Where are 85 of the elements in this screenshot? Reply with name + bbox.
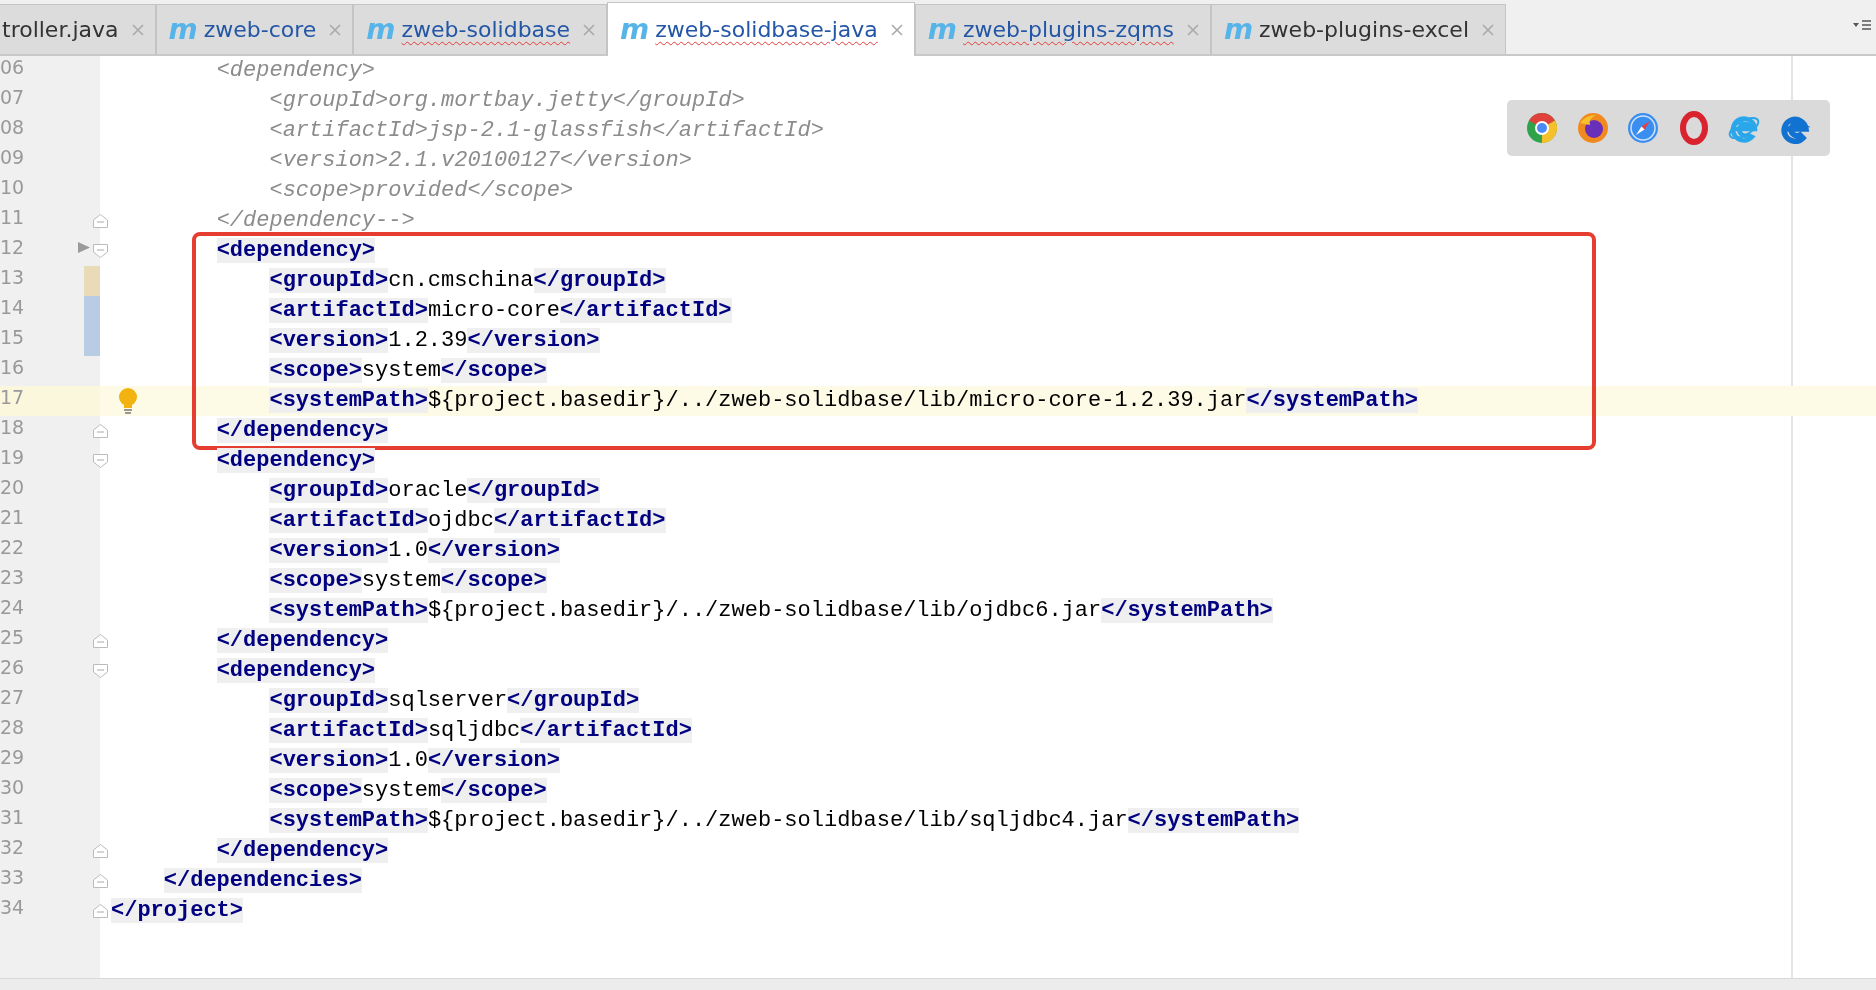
close-icon[interactable] (1185, 22, 1200, 37)
line-number: 22 (0, 536, 26, 560)
line-number: 32 (0, 836, 100, 866)
line-number: 18 (0, 416, 100, 446)
line-number: 16 (0, 356, 26, 380)
browser-icon[interactable] (1575, 111, 1610, 145)
code-line: <groupId>sqlserver</groupId> (269, 687, 640, 715)
module-icon: m (927, 15, 958, 44)
fold-icon[interactable] (92, 213, 109, 229)
code-line: <scope>system</scope> (269, 357, 547, 385)
code-line: <scope>system</scope> (269, 567, 547, 595)
editor-tab[interactable]: m zweb-plugins-zqms (914, 4, 1211, 54)
code-line: <groupId>org.mortbay.jetty</groupId> (269, 87, 745, 115)
line-number: 27 (0, 686, 26, 710)
module-icon: m (168, 15, 198, 44)
line-number: 12 (0, 236, 100, 266)
line-number: 24 (0, 596, 26, 620)
editor-tab[interactable]: m zweb-solidbase-java (607, 2, 915, 56)
close-icon[interactable] (1481, 22, 1495, 37)
lightbulb-icon[interactable] (117, 387, 139, 415)
line-number: 06 (0, 56, 26, 80)
code-line: <version>1.0</version> (269, 537, 560, 565)
code-line: <scope>system</scope> (269, 777, 547, 805)
fold-icon[interactable] (92, 243, 109, 259)
code-line: <artifactId>sqljdbc</artifactId> (269, 717, 692, 745)
editor-tab[interactable]: troller.java (0, 4, 156, 54)
line-number: 07 (0, 86, 26, 110)
code-line: <systemPath>${project.basedir}/../zweb-solidbase/lib/sqljdbc4.jar</systemPath> (269, 807, 1300, 835)
arrow-icon[interactable] (78, 242, 90, 253)
line-number: 15 (0, 326, 100, 356)
fold-icon[interactable] (92, 453, 109, 469)
line-number: 23 (0, 566, 26, 590)
fold-icon[interactable] (92, 633, 109, 649)
change-marker[interactable] (84, 266, 100, 296)
code-line: <groupId>oracle</groupId> (269, 477, 600, 505)
code-line: </dependency--> (216, 207, 415, 235)
code-line: <dependency> (216, 57, 376, 85)
editor-tab[interactable]: m zweb-solidbase (353, 4, 608, 54)
code-line: <version>1.2.39</version> (269, 327, 600, 355)
fold-icon[interactable] (92, 663, 109, 679)
code-line: <artifactId>ojdbc</artifactId> (269, 507, 666, 535)
line-number: 26 (0, 656, 100, 686)
line-number: 17 (0, 386, 100, 416)
browser-icon[interactable] (1626, 111, 1661, 145)
browser-icon[interactable] (1525, 111, 1560, 145)
close-icon[interactable] (582, 22, 597, 37)
editor-tab[interactable]: m zweb-core (155, 4, 354, 54)
line-number: 14 (0, 296, 100, 326)
line-number: 25 (0, 626, 100, 656)
line-number: 08 (0, 116, 26, 140)
fold-icon[interactable] (92, 843, 109, 859)
code-line: <scope>provided</scope> (269, 177, 574, 205)
code-line: <systemPath>${project.basedir}/../zweb-solidbase/lib/ojdbc6.jar</systemPath> (269, 597, 1273, 625)
line-number: 33 (0, 866, 100, 896)
line-number: 09 (0, 146, 26, 170)
close-icon[interactable] (889, 22, 904, 37)
fold-icon[interactable] (92, 423, 109, 439)
code-line: <version>2.1.v20100127</version> (269, 147, 692, 175)
line-number: 20 (0, 476, 26, 500)
line-number: 28 (0, 716, 26, 740)
code-line: <artifactId>jsp-2.1-glassfish</artifactId> (269, 117, 824, 145)
editor-tab[interactable]: m zweb-plugins-excel (1210, 4, 1506, 54)
close-icon[interactable] (328, 22, 343, 37)
module-icon: m (366, 15, 396, 44)
line-number: 11 (0, 206, 100, 236)
module-icon: m (1223, 15, 1254, 44)
code-line: <systemPath>${project.basedir}/../zweb-solidbase/lib/micro-core-1.2.39.jar</systemPath> (269, 387, 1419, 415)
code-line: <artifactId>micro-core</artifactId> (269, 297, 732, 325)
close-icon[interactable] (130, 22, 145, 37)
line-number: 21 (0, 506, 26, 530)
code-line: <version>1.0</version> (269, 747, 560, 775)
tab-list-icon[interactable] (1852, 18, 1872, 32)
line-number: 29 (0, 746, 26, 770)
line-number: 10 (0, 176, 26, 200)
line-number: 34 (0, 896, 100, 926)
fold-icon[interactable] (92, 903, 109, 919)
line-number: 31 (0, 806, 26, 830)
fold-icon[interactable] (92, 873, 109, 889)
module-icon: m (620, 15, 650, 44)
line-number: 19 (0, 446, 100, 476)
line-number: 30 (0, 776, 26, 800)
change-marker[interactable] (84, 326, 100, 356)
code-line: <groupId>cn.cmschina</groupId> (269, 267, 666, 295)
change-marker[interactable] (84, 296, 100, 326)
line-number: 13 (0, 266, 100, 296)
